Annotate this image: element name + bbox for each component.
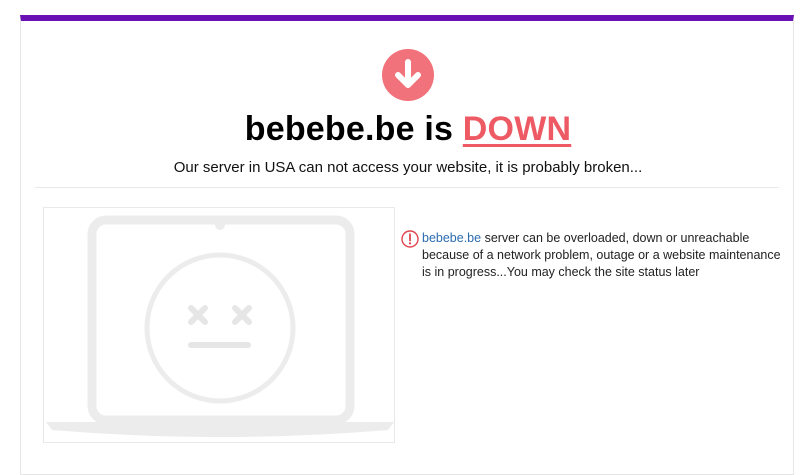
status-label: DOWN <box>462 110 572 148</box>
page-title: bebebe.be is DOWN <box>21 109 795 149</box>
arrow-down-circle-icon <box>382 49 434 101</box>
status-message: bebebe.be server can be overloaded, down… <box>401 230 781 281</box>
exclamation-circle-icon <box>401 230 419 248</box>
status-subtitle: Our server in USA can not access your we… <box>173 159 643 176</box>
status-message-text: bebebe.be server can be overloaded, down… <box>422 230 781 281</box>
broken-laptop-illustration <box>43 207 395 443</box>
title-connector: is <box>424 110 454 148</box>
domain-link[interactable]: bebebe.be <box>422 231 481 245</box>
status-card: bebebe.be is DOWN Our server in USA can … <box>20 15 794 475</box>
domain-name: bebebe.be <box>244 110 415 148</box>
divider <box>35 187 779 188</box>
